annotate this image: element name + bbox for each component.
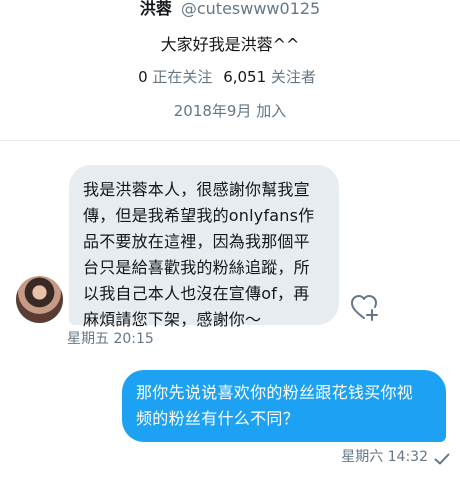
profile-stats: 0 正在关注 6,051 关注者 <box>0 66 460 88</box>
incoming-message-bubble[interactable]: 我是洪蓉本人，很感謝你幫我宣 傳，但是我希望我的onlyfans作 品不要放在這… <box>69 165 339 329</box>
profile-name-row: 洪蓉 @cuteswww0125 <box>0 0 460 20</box>
outgoing-message-meta: 星期六 14:32 <box>341 447 450 467</box>
following-count[interactable]: 0 <box>138 68 148 86</box>
outgoing-message-text: 那你先说说喜欢你的粉丝跟花钱买你视 频的粉丝有什么不同？ <box>136 383 414 428</box>
profile-handle[interactable]: @cuteswww0125 <box>181 0 320 18</box>
incoming-message-timestamp: 星期五 20:15 <box>67 331 154 347</box>
followers-count[interactable]: 6,051 <box>223 68 266 86</box>
profile-bio: 大家好我是洪蓉^^ <box>160 35 300 54</box>
profile-joined-date: 2018年9月 加入 <box>173 102 287 120</box>
check-icon <box>434 451 450 465</box>
profile-name[interactable]: 洪蓉 <box>140 0 172 18</box>
following-label[interactable]: 正在关注 <box>152 68 212 86</box>
incoming-message-text: 我是洪蓉本人，很感謝你幫我宣 傳，但是我希望我的onlyfans作 品不要放在這… <box>83 180 315 329</box>
avatar[interactable] <box>16 276 63 323</box>
heart-plus-icon[interactable] <box>350 294 380 322</box>
divider <box>0 140 460 141</box>
outgoing-message-bubble[interactable]: 那你先说说喜欢你的粉丝跟花钱买你视 频的粉丝有什么不同？ <box>122 370 446 442</box>
followers-label[interactable]: 关注者 <box>271 68 316 86</box>
outgoing-message-timestamp: 星期六 14:32 <box>341 449 428 465</box>
